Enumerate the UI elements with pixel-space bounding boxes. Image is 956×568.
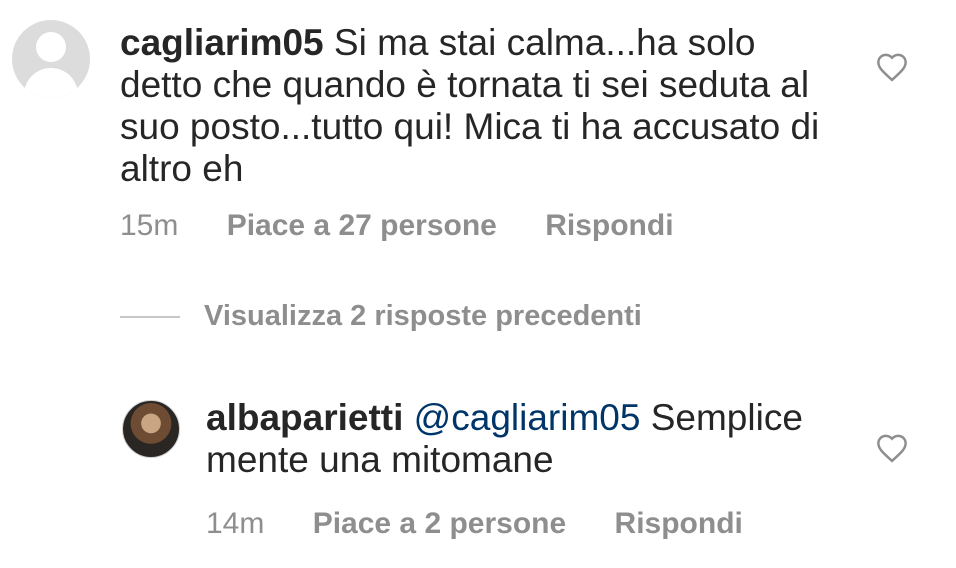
avatar-head-shape [36, 32, 66, 62]
reply-button[interactable]: Rispondi [545, 209, 673, 243]
comment-text: cagliarim05 Si ma stai calma...ha solo d… [120, 22, 840, 190]
view-replies-label: Visualizza 2 risposte precedenti [204, 300, 642, 332]
reply-username[interactable]: albaparietti [206, 397, 403, 438]
replies-divider-line [120, 315, 180, 318]
avatar-body-shape [24, 68, 78, 98]
heart-outline-icon[interactable] [875, 52, 909, 82]
reply-button[interactable]: Rispondi [615, 507, 743, 541]
view-previous-replies-button[interactable]: Visualizza 2 risposte precedenti [120, 300, 642, 333]
comment-timestamp: 15m [120, 209, 179, 242]
reply-likes-link[interactable]: Piace a 2 persone [313, 507, 566, 541]
default-avatar-icon[interactable] [12, 20, 90, 98]
profile-photo-avatar[interactable] [122, 400, 180, 458]
comment-albaparietti: albaparietti @cagliarim05 Semplice mente… [0, 380, 956, 568]
reply-text: albaparietti @cagliarim05 Semplice mente… [206, 397, 846, 481]
heart-outline-icon[interactable] [875, 433, 909, 463]
comment-username[interactable]: cagliarim05 [120, 22, 324, 63]
reply-timestamp: 14m [206, 507, 265, 540]
comment-cagliarim05: cagliarim05 Si ma stai calma...ha solo d… [0, 0, 956, 260]
reply-meta: 14m Piace a 2 persone Rispondi [206, 507, 743, 541]
comment-meta: 15m Piace a 27 persone Rispondi [120, 209, 674, 243]
comment-likes-link[interactable]: Piace a 27 persone [227, 209, 497, 243]
mention-link[interactable]: @cagliarim05 [403, 397, 641, 438]
